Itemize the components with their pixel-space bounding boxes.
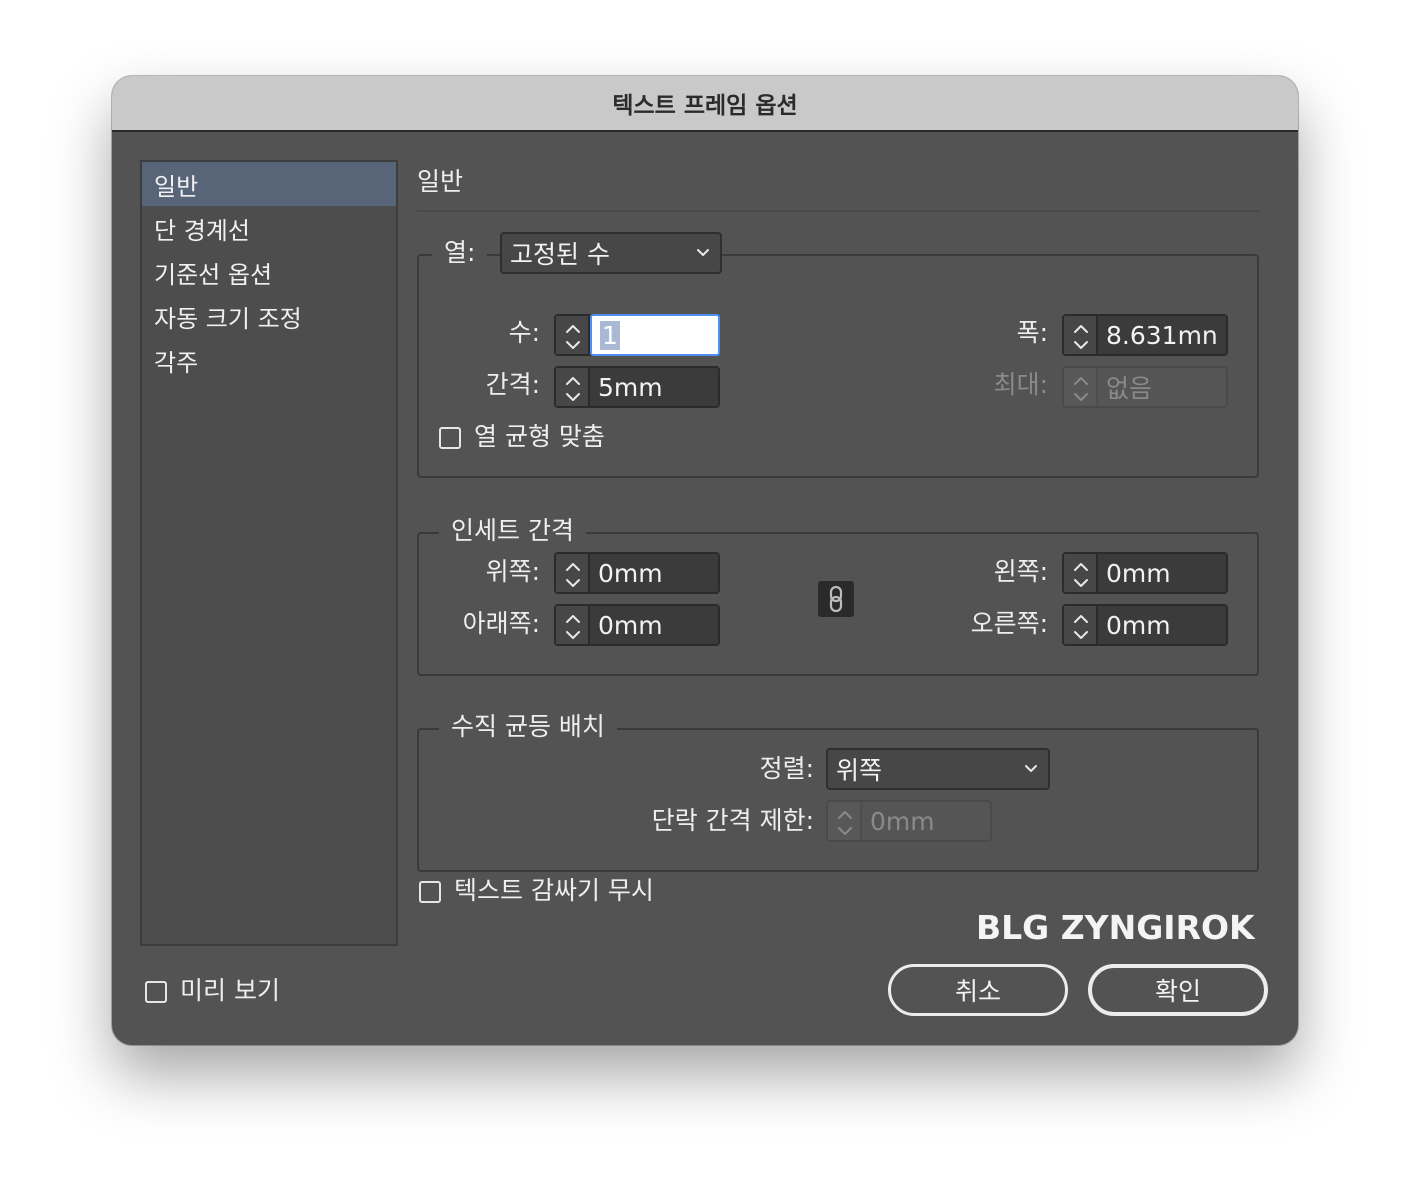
stepper-arrows-icon[interactable] bbox=[556, 368, 590, 406]
stepper-arrows-icon[interactable] bbox=[1064, 606, 1098, 644]
stepper-arrows-icon[interactable] bbox=[1064, 316, 1098, 354]
column-gutter-value[interactable]: 5mm bbox=[590, 368, 718, 406]
inset-top-label: 위쪽: bbox=[485, 557, 540, 586]
column-max-field: 없음 bbox=[1062, 366, 1228, 408]
balance-columns-checkbox[interactable] bbox=[439, 427, 461, 449]
inset-right-field[interactable]: 0mm bbox=[1062, 604, 1228, 646]
ignore-text-wrap-checkbox[interactable] bbox=[419, 881, 441, 903]
vertical-justification-legend: 수직 균등 배치 bbox=[439, 714, 617, 739]
inset-legend: 인세트 간격 bbox=[439, 518, 586, 543]
balance-columns-label: 열 균형 맞춤 bbox=[474, 422, 605, 451]
sidebar: 일반 단 경계선 기준선 옵션 자동 크기 조정 각주 bbox=[140, 160, 398, 946]
stepper-arrows-icon[interactable] bbox=[556, 606, 590, 644]
sidebar-item-footnotes[interactable]: 각주 bbox=[142, 338, 396, 382]
column-number-label: 수: bbox=[508, 318, 540, 347]
title-bar[interactable]: 텍스트 프레임 옵션 bbox=[112, 76, 1298, 132]
sidebar-item-column-rules[interactable]: 단 경계선 bbox=[142, 206, 396, 250]
sidebar-item-auto-size[interactable]: 자동 크기 조정 bbox=[142, 294, 396, 338]
inset-top-value[interactable]: 0mm bbox=[590, 554, 718, 592]
watermark-logo: BLG ZYNGIROK bbox=[976, 908, 1255, 947]
column-width-field[interactable]: 8.631mn bbox=[1062, 314, 1228, 356]
paragraph-spacing-limit-value: 0mm bbox=[870, 806, 935, 836]
ok-button[interactable]: 확인 bbox=[1088, 964, 1268, 1016]
column-gutter-label: 간격: bbox=[485, 370, 540, 399]
column-number-field[interactable]: 1 bbox=[554, 314, 720, 356]
stepper-arrows-icon[interactable] bbox=[1064, 554, 1098, 592]
panel-divider bbox=[417, 210, 1259, 212]
stepper-arrows-icon[interactable] bbox=[556, 316, 590, 354]
inset-top-field[interactable]: 0mm bbox=[554, 552, 720, 594]
stepper-arrows-icon bbox=[828, 802, 862, 840]
chain-link-icon[interactable] bbox=[818, 581, 854, 617]
preview-checkbox[interactable] bbox=[145, 981, 167, 1003]
sidebar-item-general[interactable]: 일반 bbox=[142, 162, 396, 206]
inset-left-label: 왼쪽: bbox=[993, 557, 1048, 586]
column-width-label: 폭: bbox=[1016, 318, 1048, 347]
align-label: 정렬: bbox=[759, 754, 814, 783]
columns-type-value: 고정된 수 bbox=[510, 240, 610, 269]
preview-label: 미리 보기 bbox=[180, 976, 280, 1005]
inset-bottom-label: 아래쪽: bbox=[462, 609, 540, 638]
chevron-down-icon bbox=[696, 248, 710, 258]
inset-right-value[interactable]: 0mm bbox=[1098, 606, 1226, 644]
inset-left-field[interactable]: 0mm bbox=[1062, 552, 1228, 594]
dialog-title: 텍스트 프레임 옵션 bbox=[612, 93, 798, 119]
columns-legend: 열: bbox=[432, 240, 488, 265]
stepper-arrows-icon bbox=[1064, 368, 1098, 406]
inset-bottom-value[interactable]: 0mm bbox=[590, 606, 718, 644]
inset-bottom-field[interactable]: 0mm bbox=[554, 604, 720, 646]
inset-right-label: 오른쪽: bbox=[970, 609, 1048, 638]
stepper-arrows-icon[interactable] bbox=[556, 554, 590, 592]
ignore-text-wrap-label: 텍스트 감싸기 무시 bbox=[454, 876, 654, 905]
panel-title: 일반 bbox=[417, 167, 464, 196]
chevron-down-icon bbox=[1024, 764, 1038, 774]
align-value: 위쪽 bbox=[836, 756, 883, 785]
paragraph-spacing-limit-label: 단락 간격 제한: bbox=[651, 806, 814, 835]
column-max-value: 없음 bbox=[1106, 374, 1153, 403]
columns-type-dropdown[interactable]: 고정된 수 bbox=[500, 232, 722, 274]
sidebar-item-baseline-options[interactable]: 기준선 옵션 bbox=[142, 250, 396, 294]
column-width-value[interactable]: 8.631mn bbox=[1098, 316, 1226, 354]
column-number-value: 1 bbox=[600, 320, 620, 350]
text-frame-options-dialog: 텍스트 프레임 옵션 일반 단 경계선 기준선 옵션 자동 크기 조정 각주 일… bbox=[112, 76, 1298, 1045]
column-max-label: 최대: bbox=[993, 370, 1048, 399]
cancel-button[interactable]: 취소 bbox=[888, 964, 1068, 1016]
paragraph-spacing-limit-field: 0mm bbox=[826, 800, 992, 842]
inset-left-value[interactable]: 0mm bbox=[1098, 554, 1226, 592]
column-gutter-field[interactable]: 5mm bbox=[554, 366, 720, 408]
align-dropdown[interactable]: 위쪽 bbox=[826, 748, 1050, 790]
